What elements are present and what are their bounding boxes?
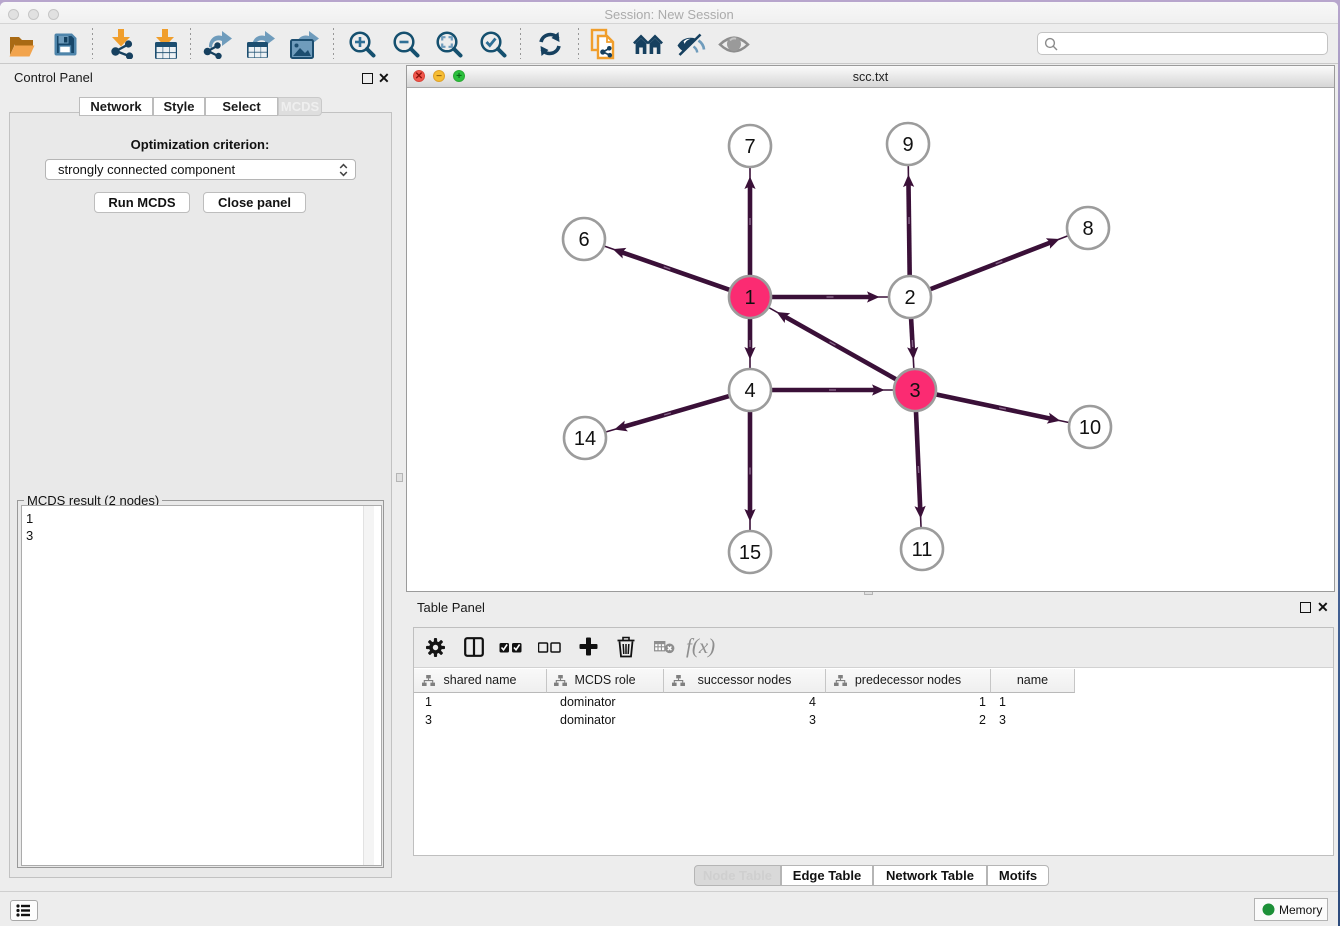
svg-text:15: 15 [739, 542, 761, 564]
svg-text:6: 6 [578, 229, 589, 251]
svg-text:14: 14 [574, 428, 596, 450]
svg-text:1: 1 [744, 287, 755, 309]
svg-text:11: 11 [912, 539, 933, 561]
svg-text:8: 8 [1082, 218, 1093, 240]
svg-text:10: 10 [1079, 417, 1101, 439]
svg-text:7: 7 [744, 136, 755, 158]
svg-text:2: 2 [904, 287, 915, 309]
svg-text:4: 4 [744, 380, 755, 402]
svg-text:3: 3 [909, 380, 920, 402]
svg-text:9: 9 [902, 134, 913, 156]
